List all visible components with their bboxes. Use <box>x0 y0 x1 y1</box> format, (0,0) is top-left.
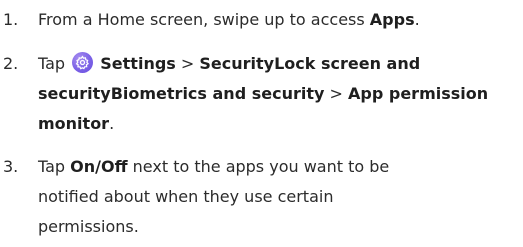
step-2-number: 2. <box>3 54 19 73</box>
step-1-text: From a Home screen, swipe up to access A… <box>38 10 420 29</box>
settings-gear-icon <box>72 52 94 73</box>
step-1-prefix: From a Home screen, swipe up to access <box>38 10 370 29</box>
step-3-number: 3. <box>3 157 19 176</box>
monitor-label: monitor <box>38 114 110 133</box>
step-3-text: Tap On/Off next to the apps you want to … <box>38 157 390 236</box>
instruction-list: 1. From a Home screen, swipe up to acces… <box>0 0 523 247</box>
tap-word: Tap <box>38 54 66 73</box>
apps-label: Apps <box>369 10 415 29</box>
security-path-label: SecurityLock screen and <box>199 54 421 73</box>
settings-label: Settings <box>100 54 176 73</box>
biometrics-path-label: securityBiometrics and security <box>38 84 325 103</box>
step-2-text: Tap Settings > SecurityLock screen and s… <box>38 52 489 133</box>
on-off-label: On/Off <box>70 157 128 176</box>
app-permission-label: App permission <box>348 84 489 103</box>
step-1-number: 1. <box>3 10 19 29</box>
